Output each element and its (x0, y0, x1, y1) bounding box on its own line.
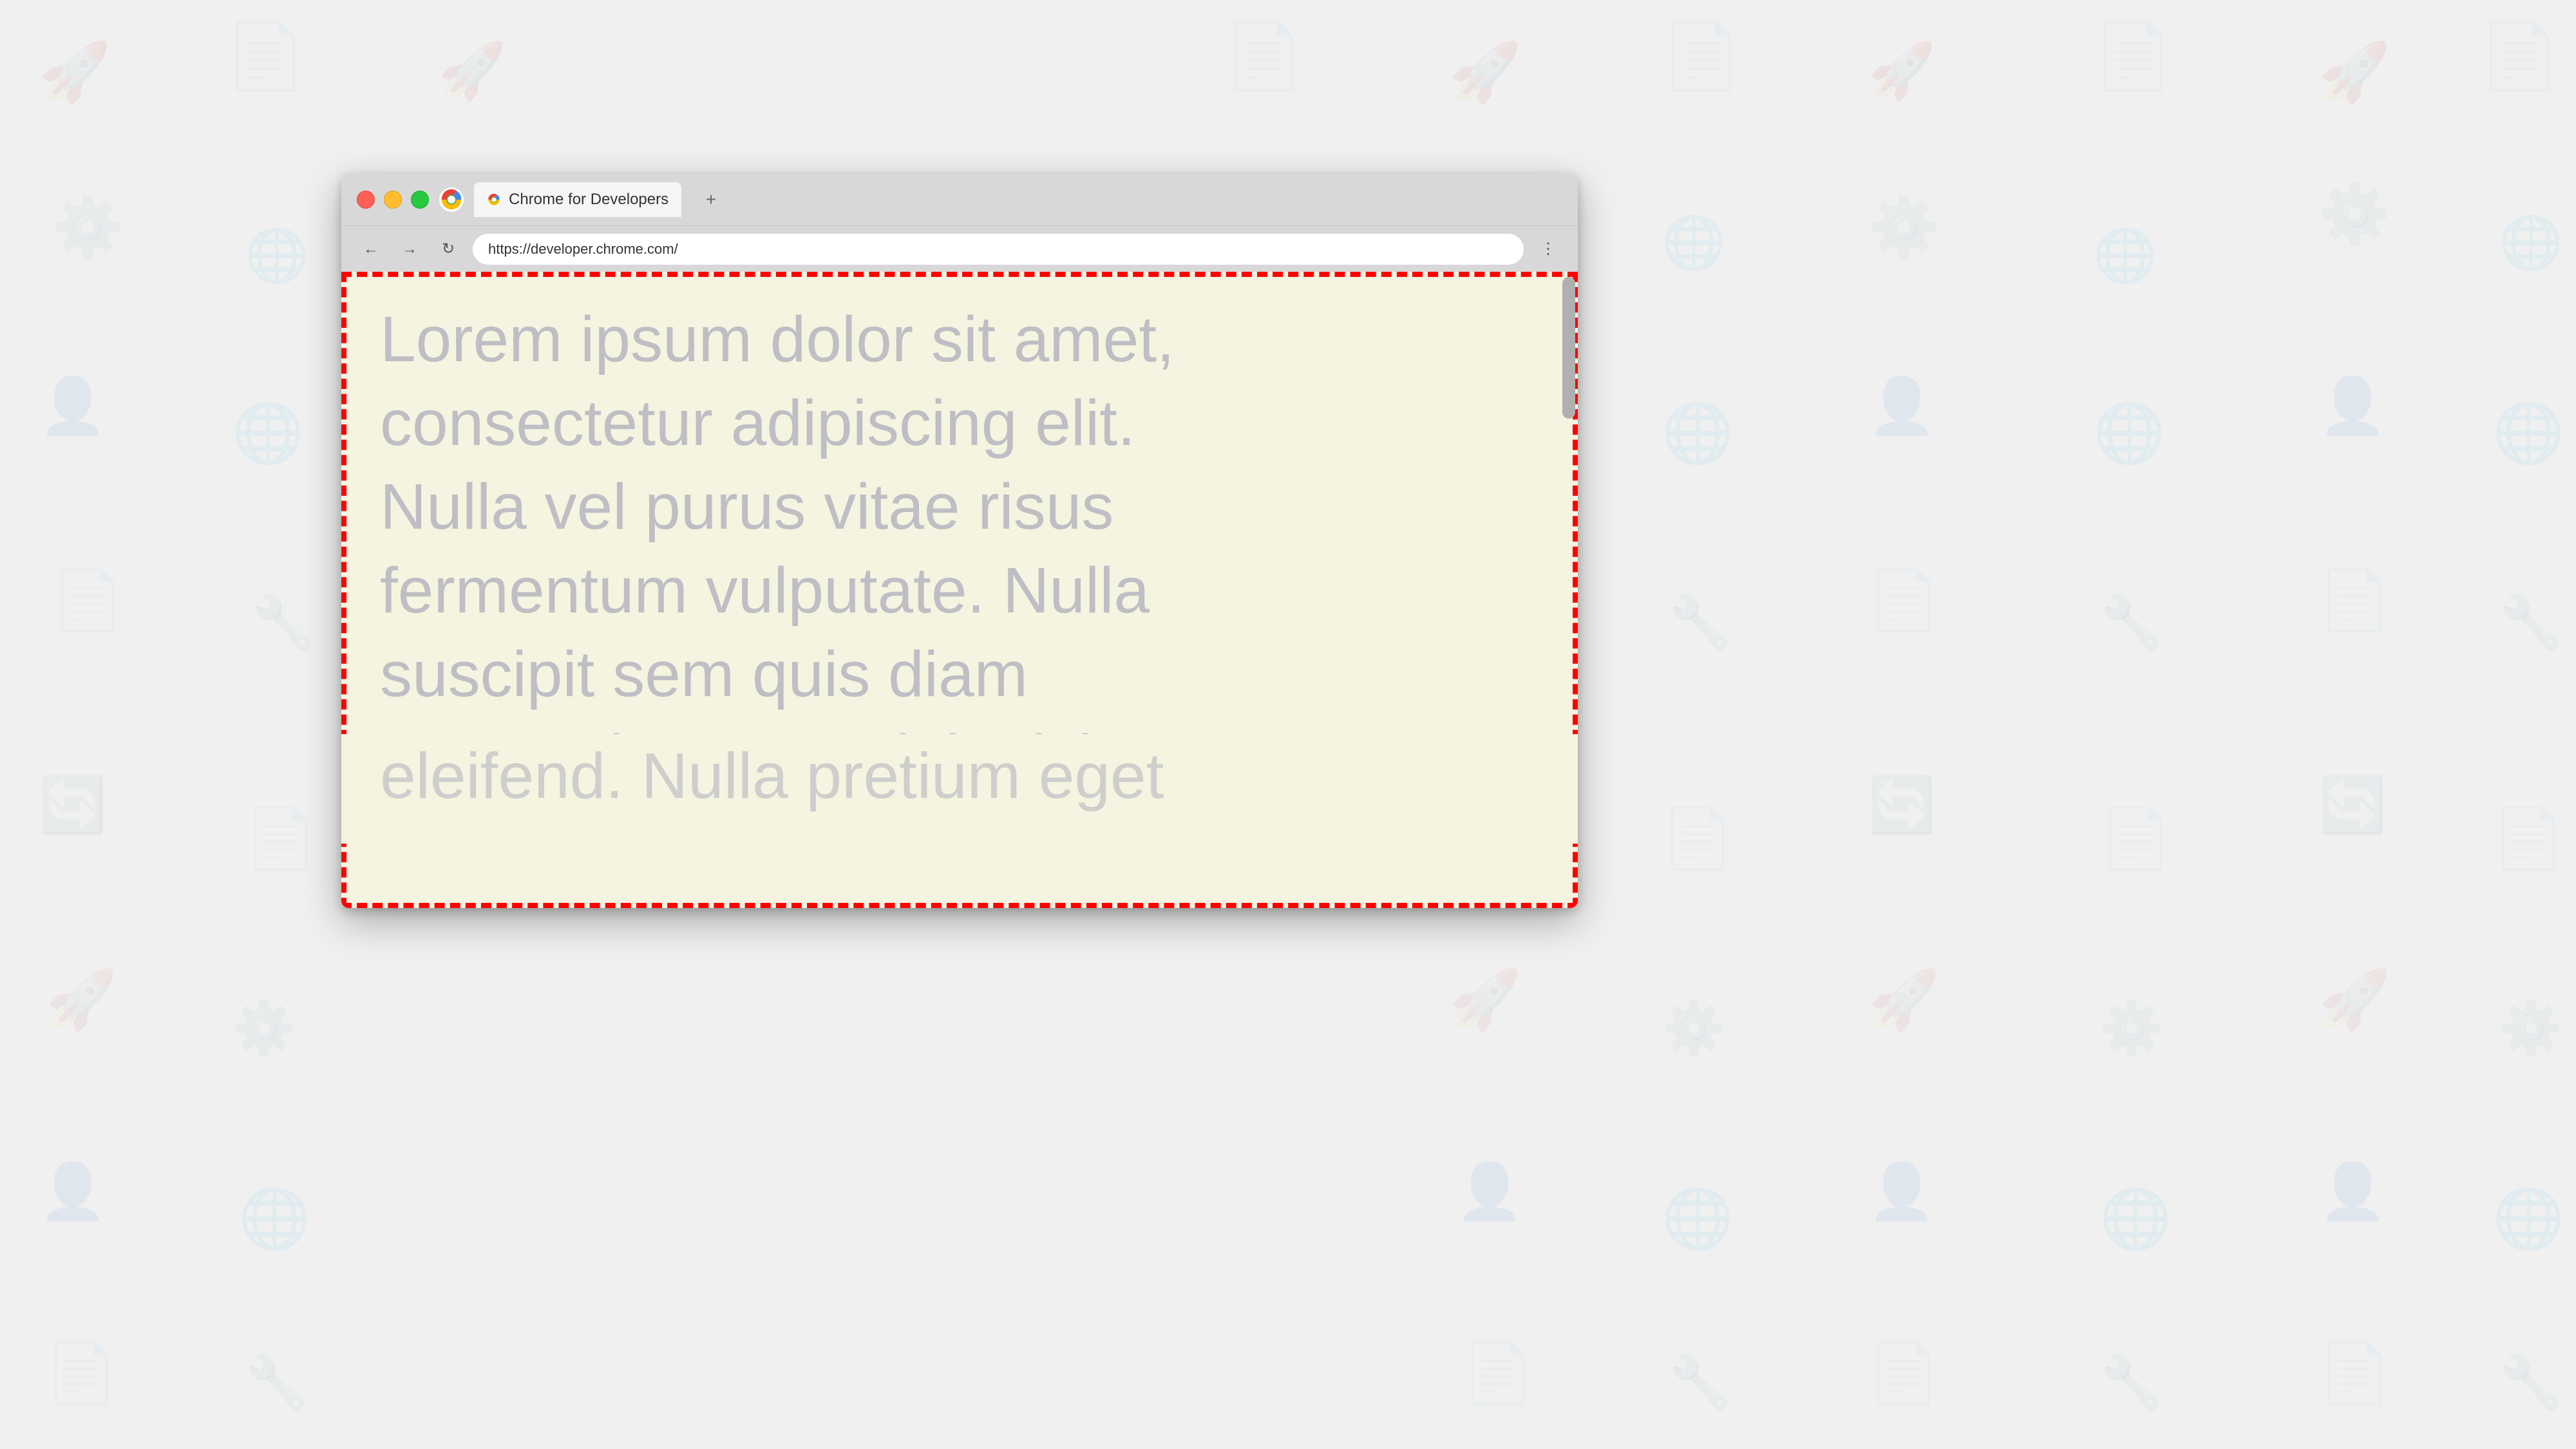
bg-icon: 👤 (39, 1159, 107, 1224)
bg-icon: 🚀 (45, 966, 117, 1034)
maximize-button[interactable] (411, 191, 429, 209)
bg-icon: 👤 (1868, 1159, 1936, 1224)
bg-icon: 📄 (1868, 1340, 1940, 1407)
lorem-ipsum-text: Lorem ipsum dolor sit amet, consectetur … (341, 272, 1578, 826)
bg-icon: ⚙️ (2099, 998, 2164, 1059)
bg-icon: 🔄 (39, 773, 107, 837)
bg-icon: 👤 (1868, 374, 1936, 438)
bg-icon: 🔧 (2499, 1352, 2563, 1413)
address-bar[interactable]: https://developer.chrome.com/ (473, 234, 1524, 265)
bg-icon: ⚙️ (2318, 180, 2391, 248)
bg-icon: ⚙️ (52, 193, 124, 261)
bg-icon: 📄 (245, 805, 317, 873)
bg-icon: 🚀 (1449, 966, 1521, 1034)
bg-icon: 🌐 (2093, 399, 2165, 467)
bg-icon: 🚀 (1868, 966, 1940, 1034)
scrollbar[interactable] (1562, 277, 1575, 419)
minimize-button[interactable] (384, 191, 402, 209)
bg-icon: 🔧 (1668, 592, 1732, 653)
browser-menu-button[interactable]: ⋮ (1534, 235, 1562, 263)
bg-icon: 📄 (45, 1340, 117, 1407)
bg-icon: 📄 (2099, 805, 2172, 873)
navigation-bar: ← → ↻ https://developer.chrome.com/ ⋮ (341, 225, 1578, 272)
bg-icon: 📄 (1868, 567, 1940, 634)
bg-icon: 🌐 (1662, 213, 1726, 273)
bg-icon: 📄 (2318, 567, 2391, 634)
bg-icon: ⚙️ (1868, 193, 1940, 261)
bg-icon: 👤 (2318, 374, 2387, 438)
bg-icon: 🚀 (1449, 39, 1521, 106)
bg-icon: 📄 (2318, 1340, 2391, 1407)
browser-tab[interactable]: Chrome for Developers (474, 182, 681, 217)
bg-icon: 📄 (1662, 805, 1734, 873)
bg-icon: 🌐 (2492, 1185, 2564, 1253)
url-text: https://developer.chrome.com/ (488, 241, 678, 258)
bg-icon: 🚀 (39, 39, 111, 106)
bg-icon: 👤 (2318, 1159, 2387, 1224)
bg-icon: 📄 (52, 567, 124, 634)
bg-icon: 🔧 (1668, 1352, 1732, 1413)
bg-icon: 👤 (39, 374, 107, 438)
bg-icon: 📄 (2479, 19, 2560, 95)
bg-icon: 🚀 (2318, 966, 2391, 1034)
chrome-logo-icon (439, 187, 464, 212)
new-tab-button[interactable]: + (697, 185, 725, 214)
bg-icon: 🌐 (2492, 399, 2564, 467)
bg-icon: ⚙️ (232, 998, 296, 1059)
bg-icon: 🌐 (2499, 213, 2563, 273)
bg-icon: 🚀 (2318, 39, 2391, 106)
bg-icon: 🌐 (2099, 1185, 2172, 1253)
bg-icon: ⚙️ (1662, 998, 1726, 1059)
tab-favicon (487, 193, 501, 207)
bg-icon: 🌐 (232, 399, 304, 467)
close-button[interactable] (357, 191, 375, 209)
bg-icon: 🌐 (1662, 399, 1734, 467)
bg-icon: 🔄 (1868, 773, 1936, 837)
bg-icon: 📄 (1224, 19, 1304, 95)
bg-icon: 🔧 (245, 1352, 309, 1413)
bg-icon: 🚀 (1868, 39, 1936, 103)
tab-title: Chrome for Developers (509, 191, 668, 209)
bg-icon: 👤 (1455, 1159, 1524, 1224)
bg-icon: 🔄 (2318, 773, 2387, 837)
bg-icon: 📄 (225, 19, 306, 95)
bg-icon: 🌐 (238, 1185, 310, 1253)
bg-icon: 🌐 (2093, 225, 2157, 286)
traffic-lights (357, 191, 429, 209)
browser-window: Chrome for Developers + ← → ↻ https://de… (341, 174, 1578, 908)
bg-icon: 📄 (2492, 805, 2564, 873)
refresh-button[interactable]: ↻ (434, 235, 462, 263)
bg-icon: 🌐 (245, 225, 309, 286)
bg-icon: ⚙️ (2499, 998, 2563, 1059)
bg-icon: 📄 (2093, 19, 2174, 95)
bg-icon: 🔧 (2499, 592, 2563, 653)
bg-icon: 🔧 (2099, 1352, 2164, 1413)
bg-icon: 🚀 (438, 39, 506, 103)
bg-icon: 🔧 (251, 592, 316, 653)
forward-button[interactable]: → (395, 235, 424, 263)
bg-icon: 🔧 (2099, 592, 2164, 653)
back-button[interactable]: ← (357, 235, 385, 263)
bg-icon: 📄 (1662, 19, 1742, 95)
title-bar: Chrome for Developers + (341, 174, 1578, 225)
bg-icon: 📄 (1462, 1340, 1534, 1407)
bg-icon: 🌐 (1662, 1185, 1734, 1253)
page-content: Lorem ipsum dolor sit amet, consectetur … (341, 272, 1578, 908)
